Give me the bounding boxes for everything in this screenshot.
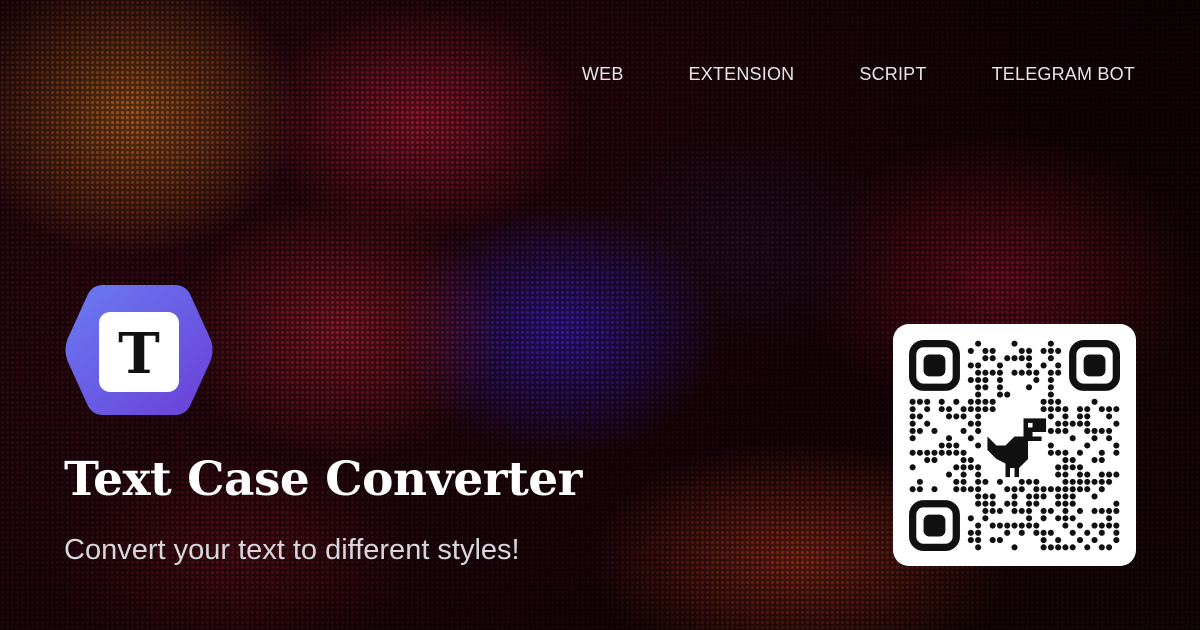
top-nav: WEB EXTENSION SCRIPT TELEGRAM BOT <box>582 64 1135 85</box>
app-logo-icon: T <box>65 285 213 415</box>
qr-finder-top-right <box>1069 340 1120 391</box>
page-title: Text Case Converter <box>64 452 582 507</box>
qr-finder-top-left <box>909 340 960 391</box>
dinosaur-icon <box>987 418 1047 478</box>
qr-finder-bottom-left <box>909 500 960 551</box>
qr-code <box>909 340 1120 551</box>
nav-link-telegram-bot[interactable]: TELEGRAM BOT <box>992 64 1135 85</box>
dinosaur-eye <box>1028 422 1033 428</box>
page-subtitle: Convert your text to different styles! <box>64 534 520 566</box>
nav-link-extension[interactable]: EXTENSION <box>689 64 795 85</box>
nav-link-web[interactable]: WEB <box>582 64 624 85</box>
qr-code-card <box>893 324 1136 566</box>
logo-letter: T <box>118 321 160 387</box>
nav-link-script[interactable]: SCRIPT <box>859 64 926 85</box>
